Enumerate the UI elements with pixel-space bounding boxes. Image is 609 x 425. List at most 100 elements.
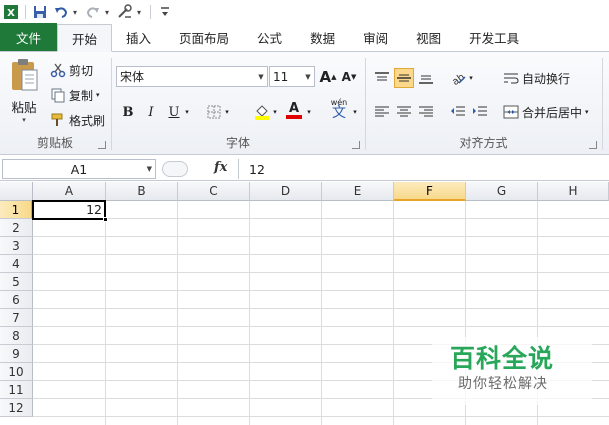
svg-text:ab: ab [450,72,467,86]
phonetic-char: 文 [332,105,346,121]
row-header-8[interactable]: 8 [0,327,33,345]
column-header-d[interactable]: D [250,182,322,201]
row-header-12[interactable]: 12 [0,399,33,417]
italic-button[interactable]: I [141,102,161,122]
name-box[interactable]: A1 ▼ [2,159,156,179]
copy-button[interactable]: 复制 ▾ [50,85,100,105]
decrease-indent-button[interactable] [448,102,468,122]
borders-button[interactable] [204,102,224,122]
save-icon[interactable] [31,3,49,21]
cut-button[interactable]: 剪切 [50,60,93,80]
watermark: 百科全说 助你轻松解决 [432,337,592,405]
row-header-9[interactable]: 9 [0,345,33,363]
customize-qat-icon[interactable] [156,3,174,21]
excel-logo-icon[interactable]: X [2,3,20,21]
grow-font-button[interactable]: A ▲ [318,67,338,87]
active-cell-a1[interactable]: 12 [32,200,108,222]
text-orientation-icon: ab [450,72,467,86]
fill-color-dropdown-icon[interactable]: ▾ [270,102,280,122]
align-middle-button[interactable] [394,68,414,88]
font-name-value: 宋体 [120,70,145,84]
tab-review[interactable]: 审阅 [349,24,402,51]
font-color-button[interactable]: A [284,100,304,120]
tab-page-layout[interactable]: 页面布局 [165,24,243,51]
merge-center-label: 合并后居中 [522,105,583,120]
font-size-value: 11 [273,69,289,84]
tab-developer[interactable]: 开发工具 [455,24,533,51]
row-header-2[interactable]: 2 [0,219,33,237]
row-header-3[interactable]: 3 [0,237,33,255]
align-right-button[interactable] [416,102,436,122]
undo-dropdown-icon[interactable]: ▾ [73,8,81,17]
column-header-c[interactable]: C [178,182,250,201]
column-header-b[interactable]: B [106,182,178,201]
row-header-10[interactable]: 10 [0,363,33,381]
orientation-dropdown-icon[interactable]: ▾ [466,68,476,88]
copy-dropdown-icon[interactable]: ▾ [96,91,100,99]
insert-function-icon[interactable]: fx [214,160,227,175]
tools-icon[interactable] [116,3,134,21]
underline-button[interactable]: U [164,102,184,122]
watermark-subtitle: 助你轻松解决 [458,376,548,392]
shrink-font-button[interactable]: A ▼ [339,67,359,87]
copy-label: 复制 [69,88,94,103]
row-header-6[interactable]: 6 [0,291,33,309]
tools-dropdown-icon[interactable]: ▾ [137,8,145,17]
borders-dropdown-icon[interactable]: ▾ [222,102,232,122]
bold-button[interactable]: B [118,102,138,122]
clipboard-dialog-launcher[interactable] [98,141,106,149]
row-header-7[interactable]: 7 [0,309,33,327]
merge-center-dropdown-icon[interactable]: ▾ [585,108,589,116]
formula-input[interactable]: 12 [238,159,609,179]
column-header-e[interactable]: E [322,182,394,201]
align-bottom-button[interactable] [416,68,436,88]
row-header-5[interactable]: 5 [0,273,33,291]
phonetic-dropdown-icon[interactable]: ▾ [350,102,360,122]
tab-formulas[interactable]: 公式 [243,24,296,51]
column-header-g[interactable]: G [466,182,538,201]
column-header-f[interactable]: F [394,182,466,201]
select-all-button[interactable] [0,182,33,201]
wrap-text-button[interactable]: 自动换行 [503,68,570,88]
formula-bar-expander[interactable] [162,161,188,177]
fill-handle[interactable] [103,217,108,222]
column-header-a[interactable]: A [33,182,106,201]
format-painter-button[interactable]: 格式刷 [50,110,105,130]
divider [25,5,26,19]
font-group: 宋体 ▼ 11 ▼ A ▲ A ▼ B I U ▾ ▾ ▾ A ▾ wén 文 ▾ … [112,54,364,153]
tab-home[interactable]: 开始 [57,24,113,52]
tab-data[interactable]: 数据 [296,24,349,51]
tab-view[interactable]: 视图 [402,24,455,51]
merge-center-button[interactable]: 合并后居中 ▾ [503,102,589,122]
paste-button[interactable]: 粘贴 ▾ [6,58,42,124]
redo-dropdown-icon[interactable]: ▾ [105,8,113,17]
column-header-h[interactable]: H [538,182,609,201]
orientation-button[interactable]: ab [448,68,468,88]
row-header-1[interactable]: 1 [0,201,33,219]
align-top-button[interactable] [372,68,392,88]
phonetic-button[interactable]: wén 文 [326,98,352,121]
increase-indent-button[interactable] [470,102,490,122]
fill-color-button[interactable] [252,101,272,121]
row-header-4[interactable]: 4 [0,255,33,273]
redo-icon[interactable] [84,3,102,21]
align-left-button[interactable] [372,102,392,122]
row-header-11[interactable]: 11 [0,381,33,399]
font-dialog-launcher[interactable] [352,141,360,149]
tab-file[interactable]: 文件 [0,23,57,51]
align-center-button[interactable] [394,102,414,122]
underline-dropdown-icon[interactable]: ▾ [182,102,192,122]
font-size-select[interactable]: 11 ▼ [269,66,315,87]
font-color-dropdown-icon[interactable]: ▾ [304,102,314,122]
alignment-dialog-launcher[interactable] [589,141,597,149]
font-group-label: 字体 [225,136,250,150]
format-painter-icon [51,113,63,126]
copy-icon [51,88,65,103]
undo-icon[interactable] [52,3,70,21]
align-left-icon [375,106,389,117]
chevron-down-icon[interactable]: ▼ [147,165,152,173]
wrap-text-label: 自动换行 [522,71,571,86]
font-name-select[interactable]: 宋体 ▼ [116,66,268,87]
tab-insert[interactable]: 插入 [112,24,165,51]
paste-dropdown-icon[interactable]: ▾ [6,116,42,124]
